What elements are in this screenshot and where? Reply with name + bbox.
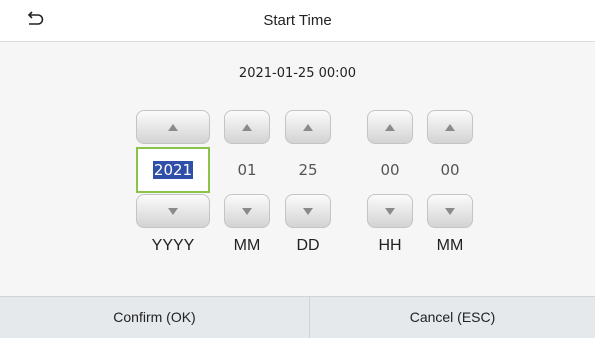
hour-input[interactable]: 00 bbox=[367, 147, 413, 193]
down-arrow-icon bbox=[385, 207, 395, 215]
minute-decrement-button[interactable] bbox=[427, 194, 473, 228]
year-label: YYYY bbox=[151, 237, 195, 254]
month-input[interactable]: 01 bbox=[224, 147, 270, 193]
day-input[interactable]: 25 bbox=[285, 147, 331, 193]
down-arrow-icon bbox=[168, 207, 178, 215]
back-arrow-icon bbox=[26, 10, 44, 32]
hour-decrement-button[interactable] bbox=[367, 194, 413, 228]
minute-label: MM bbox=[436, 237, 464, 254]
start-time-screen: Start Time 2021-01-25 00:00 2021 YYYY 01… bbox=[0, 0, 595, 338]
footer-bar: Confirm (OK) Cancel (ESC) bbox=[0, 296, 595, 338]
day-increment-button[interactable] bbox=[285, 110, 331, 144]
year-value: 2021 bbox=[152, 161, 194, 179]
hour-label: HH bbox=[378, 237, 402, 254]
up-arrow-icon bbox=[242, 123, 252, 131]
year-decrement-button[interactable] bbox=[136, 194, 210, 228]
confirm-button[interactable]: Confirm (OK) bbox=[0, 297, 309, 338]
minute-increment-button[interactable] bbox=[427, 110, 473, 144]
up-arrow-icon bbox=[445, 123, 455, 131]
down-arrow-icon bbox=[445, 207, 455, 215]
cancel-button[interactable]: Cancel (ESC) bbox=[310, 297, 595, 338]
header-bar: Start Time bbox=[0, 0, 595, 42]
datetime-preview: 2021-01-25 00:00 bbox=[238, 66, 357, 81]
down-arrow-icon bbox=[303, 207, 313, 215]
day-decrement-button[interactable] bbox=[285, 194, 331, 228]
hour-increment-button[interactable] bbox=[367, 110, 413, 144]
up-arrow-icon bbox=[303, 123, 313, 131]
month-increment-button[interactable] bbox=[224, 110, 270, 144]
year-increment-button[interactable] bbox=[136, 110, 210, 144]
month-label: MM bbox=[233, 237, 261, 254]
down-arrow-icon bbox=[242, 207, 252, 215]
month-decrement-button[interactable] bbox=[224, 194, 270, 228]
day-label: DD bbox=[296, 237, 320, 254]
minute-input[interactable]: 00 bbox=[427, 147, 473, 193]
up-arrow-icon bbox=[168, 123, 178, 131]
year-input[interactable]: 2021 bbox=[136, 147, 210, 193]
page-title: Start Time bbox=[263, 12, 332, 29]
up-arrow-icon bbox=[385, 123, 395, 131]
back-button[interactable] bbox=[20, 8, 50, 34]
